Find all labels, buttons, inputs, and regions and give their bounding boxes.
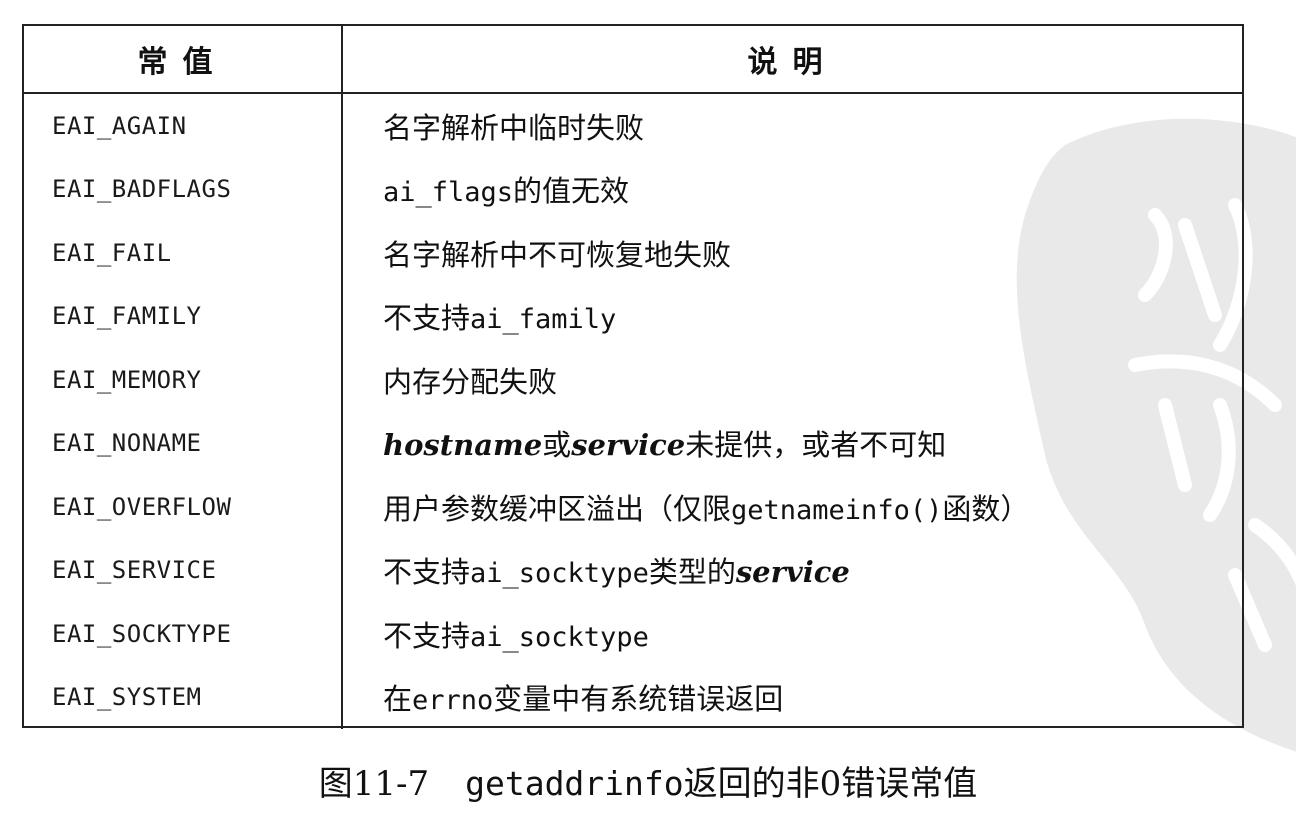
description-segment: 类型的 xyxy=(648,555,736,590)
description-segment: 不支持 xyxy=(383,301,471,336)
description-segment: hostname xyxy=(383,428,543,463)
description-segment: 不支持 xyxy=(383,555,471,590)
figure-caption-text: getaddrinfo返回的非0错误常值 xyxy=(465,764,977,804)
constant-name: EAI_OVERFLOW xyxy=(24,475,343,539)
description-segment: 用户参数缓冲区溢出（仅限 xyxy=(383,491,732,526)
constant-name: EAI_BADFLAGS xyxy=(24,157,343,221)
description-segment: errno xyxy=(412,685,494,717)
description-segment: ai_family xyxy=(470,304,617,336)
header-description: 说明 xyxy=(342,26,1242,94)
description-segment: 名字解析中临时失败 xyxy=(383,110,645,145)
constant-name: EAI_MEMORY xyxy=(24,348,343,412)
error-constants-table: 常值 说明 EAI_AGAIN 名字解析中临时失败 EAI_BADFLAGS ai_f… xyxy=(24,26,1242,729)
description-segment: 名字解析中不可恢复地失败 xyxy=(383,237,732,272)
constant-description: 名字解析中不可恢复地失败 xyxy=(342,221,1242,285)
description-segment: 函数） xyxy=(942,491,1030,526)
figure-label: 图11-7 xyxy=(318,764,430,804)
constant-name: EAI_SYSTEM xyxy=(24,665,343,729)
description-segment: 未提供，或者不可知 xyxy=(685,428,947,463)
table-row: EAI_SYSTEM 在errno变量中有系统错误返回 xyxy=(24,665,1242,730)
constant-description: hostname或service未提供，或者不可知 xyxy=(342,412,1242,476)
constant-description: ai_flags的值无效 xyxy=(342,158,1242,222)
description-segment: ai_socktype xyxy=(470,621,649,653)
constant-description: 在errno变量中有系统错误返回 xyxy=(342,666,1242,730)
table-row: EAI_SOCKTYPE 不支持ai_socktype xyxy=(24,602,1242,666)
description-segment: 不支持 xyxy=(383,618,471,653)
table-row: EAI_BADFLAGS ai_flags的值无效 xyxy=(24,157,1242,222)
error-constants-table-frame: 常值 说明 EAI_AGAIN 名字解析中临时失败 EAI_BADFLAGS ai_f… xyxy=(22,24,1244,729)
figure-caption: 图11-7 getaddrinfo返回的非0错误常值 xyxy=(0,756,1296,805)
table-row: EAI_OVERFLOW 用户参数缓冲区溢出（仅限getnameinfo()函数） xyxy=(24,475,1242,539)
constant-description: 内存分配失败 xyxy=(342,348,1242,412)
constant-name: EAI_FAIL xyxy=(24,221,343,285)
constant-description: 不支持ai_socktype xyxy=(342,602,1242,666)
constant-description: 不支持ai_socktype类型的service xyxy=(342,539,1242,603)
table-row: EAI_NONAME hostname或service未提供，或者不可知 xyxy=(24,411,1242,476)
constant-description: 名字解析中临时失败 xyxy=(342,93,1242,158)
constant-name: EAI_FAMILY xyxy=(24,284,343,348)
table-row: EAI_FAIL 名字解析中不可恢复地失败 xyxy=(24,221,1242,285)
constant-name: EAI_NONAME xyxy=(24,411,343,475)
table-row: EAI_AGAIN 名字解析中临时失败 xyxy=(24,93,1242,158)
table-row: EAI_MEMORY 内存分配失败 xyxy=(24,348,1242,412)
description-segment: 在 xyxy=(383,682,413,717)
description-segment: 内存分配失败 xyxy=(383,364,558,399)
description-segment: 变量中有系统错误返回 xyxy=(493,682,784,717)
constant-name: EAI_AGAIN xyxy=(24,93,343,158)
caption-segment: getaddrinfo xyxy=(465,764,684,803)
description-segment: service xyxy=(735,555,850,590)
header-constant: 常值 xyxy=(24,26,343,94)
caption-segment: 返回的非0错误常值 xyxy=(683,764,978,804)
table-header-row: 常值 说明 xyxy=(24,26,1242,94)
constant-name: EAI_SERVICE xyxy=(24,538,343,602)
description-segment: getnameinfo() xyxy=(731,494,943,526)
constant-description: 不支持ai_family xyxy=(342,285,1242,349)
table-row: EAI_SERVICE 不支持ai_socktype类型的service xyxy=(24,538,1242,603)
description-segment: 的值无效 xyxy=(513,174,630,209)
table-row: EAI_FAMILY 不支持ai_family xyxy=(24,284,1242,349)
description-segment: ai_flags xyxy=(383,177,514,209)
constant-description: 用户参数缓冲区溢出（仅限getnameinfo()函数） xyxy=(342,475,1242,539)
description-segment: 或 xyxy=(542,428,572,463)
description-segment: ai_socktype xyxy=(470,558,649,590)
constant-name: EAI_SOCKTYPE xyxy=(24,602,343,666)
description-segment: service xyxy=(571,428,686,463)
